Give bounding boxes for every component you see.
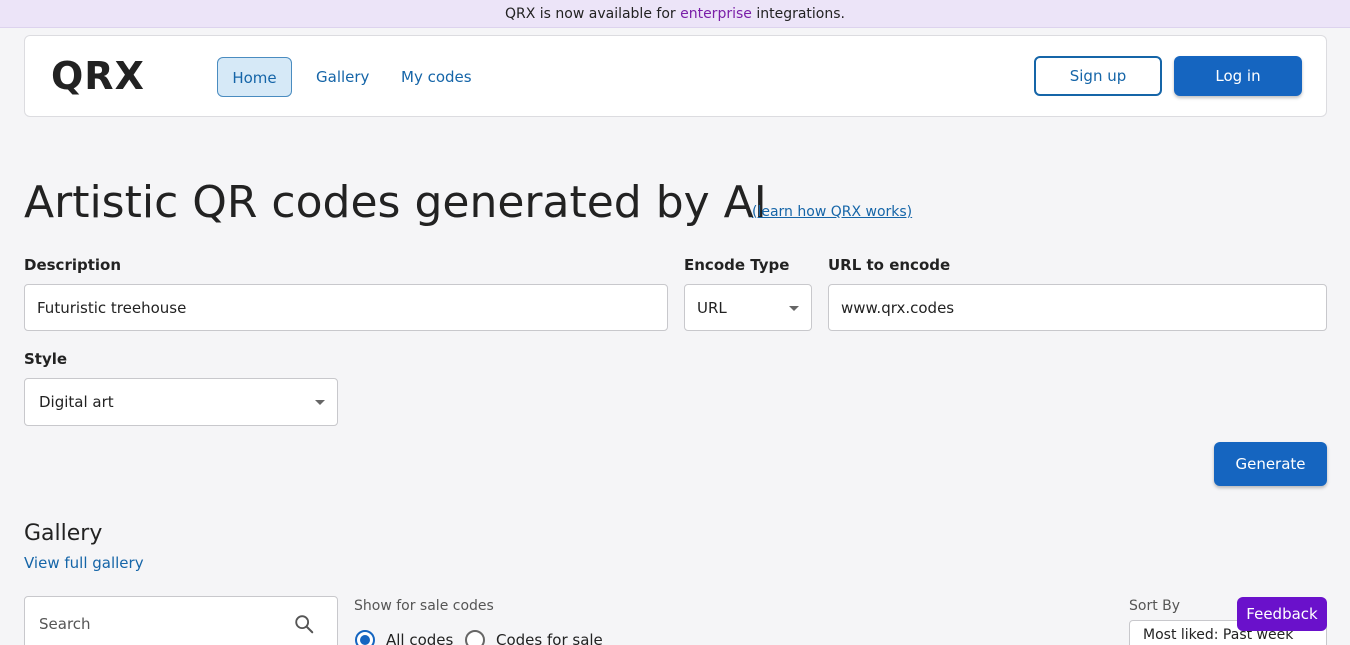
style-label: Style [24, 350, 68, 368]
view-full-gallery-link[interactable]: View full gallery [24, 554, 144, 572]
nav-home[interactable]: Home [217, 57, 292, 97]
style-value: Digital art [39, 393, 114, 411]
encode-type-select[interactable]: URL [684, 284, 812, 331]
sort-by-label: Sort By [1129, 598, 1181, 614]
generate-button[interactable]: Generate [1214, 442, 1327, 486]
description-value: Futuristic treehouse [37, 298, 187, 317]
nav-gallery[interactable]: Gallery [316, 57, 369, 97]
dropdown-caret-icon [315, 400, 325, 405]
url-input[interactable]: www.qrx.codes [828, 284, 1327, 331]
sale-filter-label: Show for sale codes [354, 598, 494, 614]
banner-text-suffix: integrations. [751, 6, 845, 22]
top-navbar: QRX Home Gallery My codes Sign up Log in [24, 35, 1327, 117]
search-placeholder: Search [39, 615, 91, 633]
login-button[interactable]: Log in [1174, 56, 1302, 96]
encode-type-label: Encode Type [684, 256, 790, 274]
description-label: Description [24, 256, 122, 274]
qrx-logo[interactable]: QRX [51, 56, 145, 96]
learn-how-link[interactable]: (learn how QRX works) [752, 204, 912, 220]
description-input[interactable]: Futuristic treehouse [24, 284, 668, 331]
radio-all-codes[interactable] [355, 630, 375, 645]
nav-my-codes[interactable]: My codes [401, 57, 472, 97]
page-title: Artistic QR codes generated by AI [24, 177, 767, 228]
gallery-heading: Gallery [24, 521, 103, 546]
radio-all-codes-label: All codes [386, 631, 454, 645]
banner-enterprise-link[interactable]: enterprise [680, 6, 752, 22]
style-select[interactable]: Digital art [24, 378, 338, 426]
dropdown-caret-icon [789, 306, 799, 311]
encode-type-value: URL [697, 298, 727, 317]
gallery-search-input[interactable]: Search [24, 596, 338, 645]
radio-codes-for-sale[interactable] [465, 630, 485, 645]
feedback-button[interactable]: Feedback [1237, 597, 1327, 631]
url-value: www.qrx.codes [841, 298, 955, 317]
banner-text: QRX is now available for [504, 6, 681, 22]
signup-button[interactable]: Sign up [1034, 56, 1162, 96]
search-icon[interactable] [293, 613, 315, 635]
announcement-banner: QRX is now available for enterprise inte… [0, 0, 1350, 28]
url-label: URL to encode [828, 256, 951, 274]
radio-codes-for-sale-label: Codes for sale [496, 631, 603, 645]
